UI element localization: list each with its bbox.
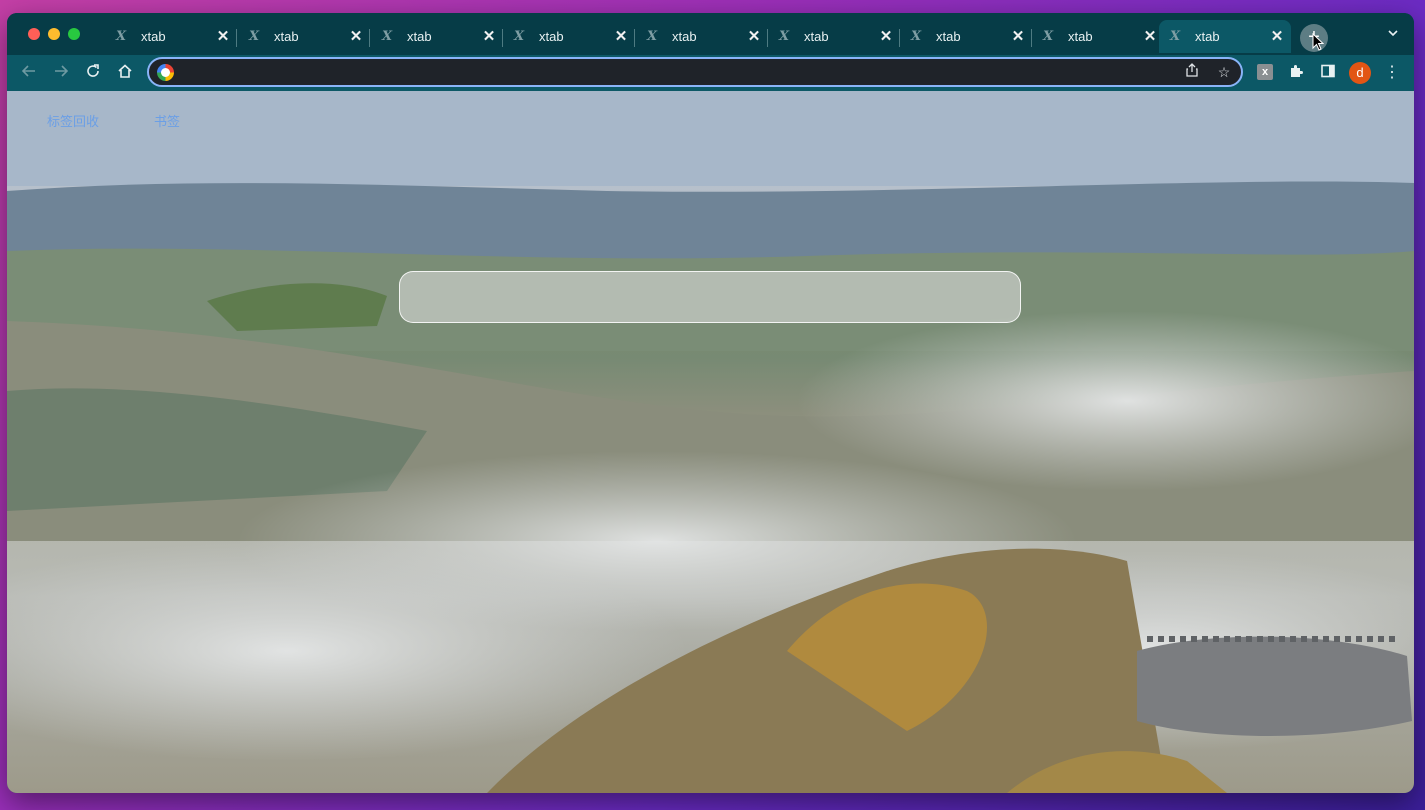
tab[interactable]: X xtab ✕ bbox=[900, 20, 1032, 53]
tab[interactable]: X xtab ✕ bbox=[503, 20, 635, 53]
reload-icon[interactable] bbox=[83, 63, 103, 83]
address-bar[interactable]: ☆ bbox=[147, 57, 1243, 87]
google-icon bbox=[157, 64, 174, 81]
mouse-cursor-icon bbox=[1312, 33, 1324, 51]
page-nav: 标签回收 书签 bbox=[47, 111, 180, 130]
address-input[interactable] bbox=[183, 62, 1163, 82]
tab-search-chevron-down-icon[interactable] bbox=[1385, 27, 1401, 43]
xtab-favicon-icon: X bbox=[381, 29, 393, 44]
tab-title: xtab bbox=[1195, 29, 1220, 44]
arrow-right-icon[interactable] bbox=[51, 63, 71, 83]
tab[interactable]: X xtab ✕ bbox=[105, 20, 237, 53]
minimize-window-button[interactable] bbox=[48, 28, 60, 40]
search-box[interactable] bbox=[399, 271, 1021, 323]
tab-title: xtab bbox=[936, 29, 961, 44]
home-icon[interactable] bbox=[115, 63, 135, 83]
tab-close-icon[interactable]: ✕ bbox=[613, 28, 629, 45]
tab[interactable]: X xtab ✕ bbox=[371, 20, 503, 53]
new-tab-page: 标签回收 书签 bbox=[7, 91, 1414, 793]
tab-recycle-link[interactable]: 标签回收 bbox=[47, 111, 99, 130]
tab-separator bbox=[369, 29, 370, 47]
profile-avatar[interactable]: d bbox=[1349, 62, 1371, 84]
xtab-favicon-icon: X bbox=[513, 29, 525, 44]
share-icon[interactable] bbox=[1183, 63, 1201, 81]
tab-title: xtab bbox=[672, 29, 697, 44]
bookmarks-link[interactable]: 书签 bbox=[154, 111, 180, 130]
xtab-favicon-icon: X bbox=[646, 29, 658, 44]
tab-separator bbox=[634, 29, 635, 47]
tab-title: xtab bbox=[1068, 29, 1093, 44]
tab-close-icon[interactable]: ✕ bbox=[348, 28, 364, 45]
maximize-window-button[interactable] bbox=[68, 28, 80, 40]
tab-close-icon[interactable]: ✕ bbox=[1269, 28, 1285, 45]
tab-close-icon[interactable]: ✕ bbox=[215, 28, 231, 45]
tab[interactable]: X xtab ✕ bbox=[238, 20, 370, 53]
tab-close-icon[interactable]: ✕ bbox=[746, 28, 762, 45]
tab[interactable]: X xtab ✕ bbox=[768, 20, 900, 53]
tab[interactable]: X xtab ✕ bbox=[636, 20, 768, 53]
browser-window: X xtab ✕ X xtab ✕ X xtab ✕ X xtab ✕ X xt… bbox=[7, 13, 1414, 793]
close-window-button[interactable] bbox=[28, 28, 40, 40]
xtab-favicon-icon: X bbox=[1169, 29, 1181, 44]
xtab-favicon-icon: X bbox=[115, 29, 127, 44]
xtab-favicon-icon: X bbox=[1042, 29, 1054, 44]
tab-title: xtab bbox=[141, 29, 166, 44]
puzzle-icon[interactable] bbox=[1286, 63, 1306, 83]
search-input[interactable] bbox=[400, 272, 1020, 322]
tab-close-icon[interactable]: ✕ bbox=[878, 28, 894, 45]
side-panel-icon[interactable] bbox=[1318, 63, 1338, 83]
xtab-favicon-icon: X bbox=[910, 29, 922, 44]
tab-title: xtab bbox=[407, 29, 432, 44]
tab[interactable]: X xtab ✕ bbox=[1032, 20, 1164, 53]
tab-strip: X xtab ✕ X xtab ✕ X xtab ✕ X xtab ✕ X xt… bbox=[7, 13, 1414, 55]
tab-close-icon[interactable]: ✕ bbox=[1142, 28, 1158, 45]
tab-close-icon[interactable]: ✕ bbox=[1010, 28, 1026, 45]
xtab-favicon-icon: X bbox=[778, 29, 790, 44]
xtab-extension-icon[interactable]: x bbox=[1257, 64, 1273, 80]
tab-close-icon[interactable]: ✕ bbox=[481, 28, 497, 45]
browser-toolbar: ☆ x d ⋮ bbox=[7, 55, 1414, 91]
tab-separator bbox=[236, 29, 237, 47]
tab-active[interactable]: X xtab ✕ bbox=[1159, 20, 1291, 53]
kebab-menu-icon[interactable]: ⋮ bbox=[1382, 63, 1402, 83]
tab-title: xtab bbox=[804, 29, 829, 44]
xtab-favicon-icon: X bbox=[248, 29, 260, 44]
landscape-background-image bbox=[7, 91, 1414, 793]
tab-title: xtab bbox=[274, 29, 299, 44]
arrow-left-icon[interactable] bbox=[19, 63, 39, 83]
star-icon[interactable]: ☆ bbox=[1215, 63, 1233, 81]
tab-title: xtab bbox=[539, 29, 564, 44]
